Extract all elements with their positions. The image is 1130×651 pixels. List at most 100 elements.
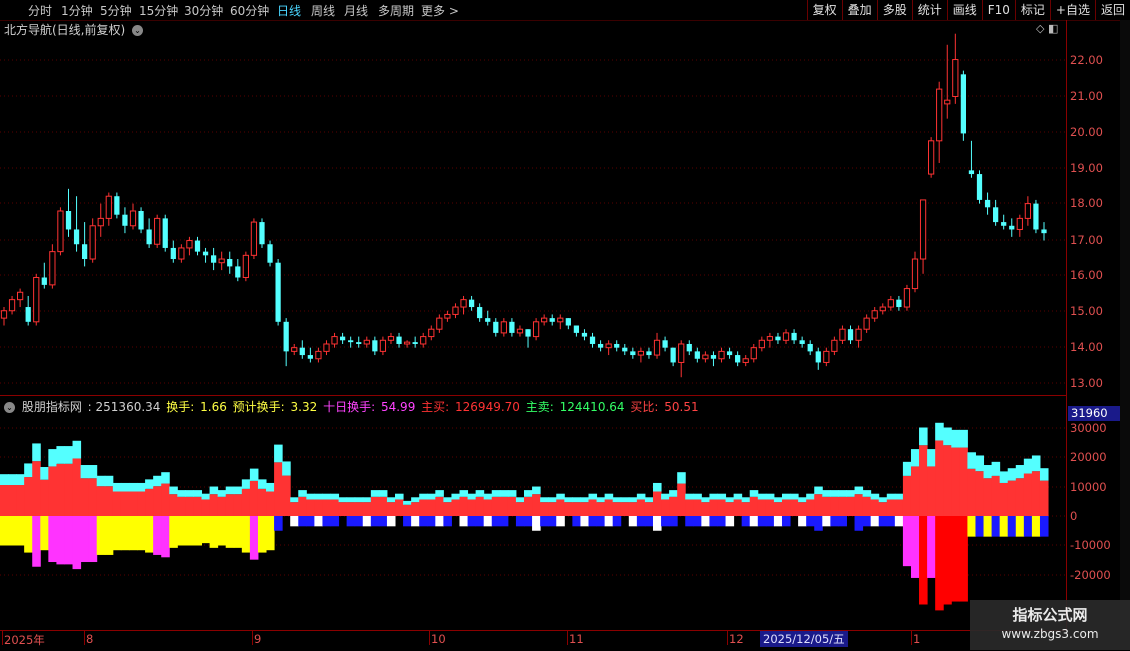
buy-cap-bar — [96, 475, 106, 487]
sell-bar — [161, 516, 170, 558]
buy-cap-bar — [64, 446, 74, 464]
sell-bar — [459, 516, 469, 527]
buy-cap-bar — [443, 497, 452, 503]
candle — [202, 251, 209, 256]
candle — [89, 225, 96, 260]
candle — [307, 355, 313, 359]
sell-bar — [540, 516, 549, 527]
buy-bar — [588, 499, 598, 516]
candle — [428, 328, 435, 338]
buy-cap-bar — [72, 440, 82, 459]
buy-cap-bar — [886, 493, 896, 500]
buy-bar — [274, 462, 283, 516]
watermark-url: www.zbgs3.com — [1001, 627, 1099, 641]
buy-bar — [104, 486, 114, 516]
sell-bar — [177, 516, 186, 546]
time-tick-mark — [727, 631, 728, 645]
buy-cap-bar — [733, 493, 743, 500]
candle — [194, 240, 201, 252]
buy-bar — [0, 485, 9, 516]
buy-cap-bar — [282, 461, 291, 476]
sell-bar — [346, 516, 356, 527]
buy-bar — [48, 466, 57, 516]
candle — [73, 229, 80, 245]
buy-cap-bar — [628, 497, 638, 503]
candle — [267, 244, 273, 263]
candle — [614, 343, 620, 348]
sell-bar — [725, 516, 735, 527]
candle — [589, 336, 596, 344]
candle — [702, 354, 709, 360]
buy-bar — [556, 499, 565, 516]
buy-bar — [781, 499, 791, 516]
candle — [758, 339, 765, 349]
buy-bar — [870, 499, 880, 516]
sell-bar — [822, 516, 831, 527]
current-date-label: 2025/12/05/五 — [760, 631, 848, 647]
candle — [831, 339, 838, 352]
buy-bar — [886, 499, 896, 516]
chevron-down-icon[interactable]: ⌄ — [4, 402, 15, 413]
buy-bar — [636, 499, 646, 516]
indicator-tick: -20000 — [1070, 568, 1111, 582]
buy-bar — [370, 496, 380, 516]
candle — [686, 343, 692, 352]
buy-cap-bar — [249, 468, 259, 481]
sell-bar — [878, 516, 888, 527]
buy-cap-bar — [556, 493, 565, 500]
candlestick-chart[interactable] — [0, 0, 1066, 630]
candle — [436, 317, 443, 330]
buy-bar — [661, 499, 670, 516]
buy-cap-bar — [354, 497, 364, 503]
sell-bar — [467, 516, 477, 527]
buy-cap-bar — [395, 493, 404, 500]
buy-cap-bar — [685, 493, 694, 500]
candle — [500, 321, 507, 334]
sell-bar — [274, 516, 283, 531]
sell-bar — [120, 516, 130, 551]
buy-cap-bar — [725, 497, 735, 503]
sell-bar — [443, 516, 452, 527]
candle — [348, 340, 354, 343]
time-tick: 8 — [86, 632, 94, 646]
indicator-tick: 10000 — [1070, 480, 1107, 494]
buy-cap-bar — [169, 486, 178, 495]
buy-cap-bar — [540, 497, 549, 503]
sell-bar — [1007, 516, 1017, 537]
time-axis — [0, 630, 1066, 651]
buy-cap-bar — [1007, 468, 1017, 481]
buy-bar — [1015, 478, 1025, 516]
buy-bar — [878, 502, 888, 516]
buy-bar — [427, 499, 436, 516]
candle — [114, 196, 120, 215]
toolbar-button-8[interactable]: 返回 — [1094, 0, 1130, 20]
buy-cap-bar — [572, 497, 581, 503]
candle — [532, 321, 540, 338]
candle — [573, 325, 580, 333]
buy-bar — [935, 440, 944, 516]
sell-bar — [354, 516, 364, 527]
sell-bar — [757, 516, 767, 527]
sell-bar — [604, 516, 614, 527]
buy-cap-bar — [959, 429, 968, 448]
buy-bar — [362, 502, 372, 516]
buy-bar — [999, 482, 1009, 516]
buy-bar — [314, 499, 323, 516]
time-tick-mark — [84, 631, 85, 645]
right-side-strip[interactable] — [1120, 20, 1130, 630]
sell-bar — [765, 516, 775, 527]
buy-cap-bar — [346, 497, 356, 503]
time-tick-mark — [252, 631, 253, 645]
buy-bar — [386, 502, 396, 516]
buy-cap-bar — [661, 493, 670, 500]
buy-cap-bar — [306, 493, 315, 500]
sell-bar — [0, 516, 9, 546]
candle — [379, 339, 387, 352]
buy-cap-bar — [781, 493, 791, 500]
sell-bar — [427, 516, 436, 527]
candle — [710, 355, 717, 359]
buy-cap-bar — [548, 497, 557, 503]
candle — [275, 262, 281, 322]
sell-bar — [524, 516, 533, 527]
candle — [581, 332, 588, 337]
